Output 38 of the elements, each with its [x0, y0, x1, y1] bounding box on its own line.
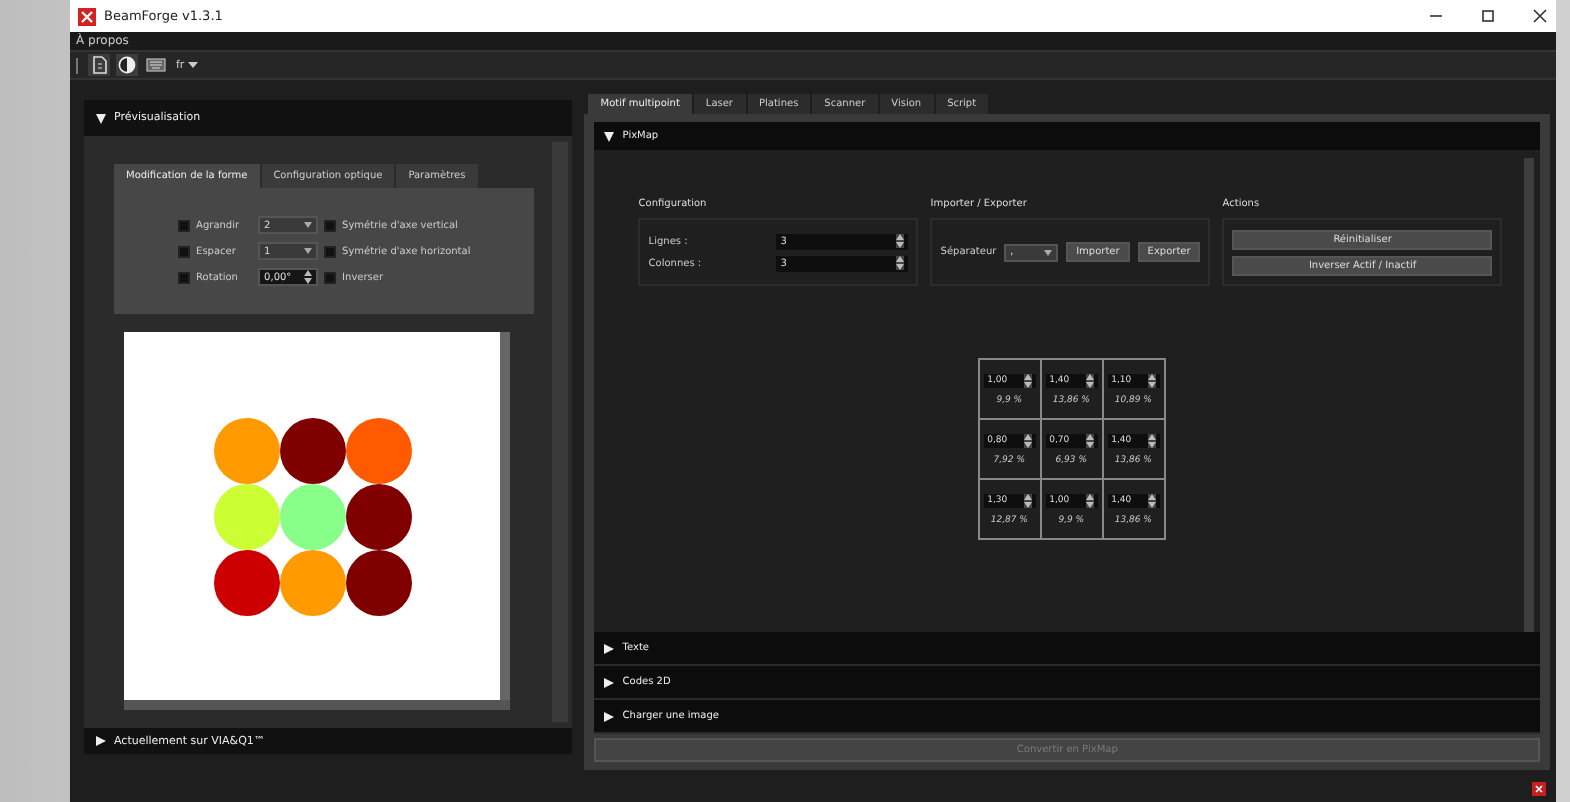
- keyboard-tool-icon[interactable]: [144, 54, 166, 76]
- caret-icon: [304, 222, 313, 228]
- spin-arrows-icon[interactable]: [896, 234, 905, 248]
- spin-arrows-icon[interactable]: [1023, 433, 1032, 447]
- checkbox[interactable]: [324, 245, 337, 257]
- scrollbar[interactable]: [1524, 158, 1534, 632]
- checkbox[interactable]: [324, 271, 337, 283]
- checkbox[interactable]: [178, 219, 191, 231]
- spin-arrows-icon[interactable]: [1085, 433, 1094, 447]
- maximize-icon[interactable]: [1480, 8, 1496, 24]
- spin-arrows-icon[interactable]: [1147, 373, 1156, 387]
- checkbox[interactable]: [324, 219, 337, 231]
- checkbox[interactable]: [178, 271, 191, 283]
- expand-triangle-icon: [604, 711, 615, 721]
- scrollbar[interactable]: [552, 142, 569, 722]
- spin-arrows-icon[interactable]: [1085, 373, 1094, 387]
- expand-triangle-icon: [604, 131, 615, 141]
- caret-icon: [188, 61, 199, 69]
- caret-icon: [1044, 249, 1053, 255]
- spin-arrows-icon[interactable]: [1023, 373, 1032, 387]
- spin-arrows-icon[interactable]: [304, 270, 313, 284]
- spin-arrows-icon[interactable]: [1147, 433, 1156, 447]
- caret-icon: [304, 248, 313, 254]
- expand-triangle-icon: [604, 643, 615, 653]
- spin-arrows-icon[interactable]: [1023, 493, 1032, 507]
- scrollbar[interactable]: [500, 332, 510, 700]
- contrast-tool-icon[interactable]: [116, 54, 138, 76]
- document-tool-icon[interactable]: [88, 54, 110, 76]
- spin-arrows-icon[interactable]: [1085, 493, 1094, 507]
- checkbox[interactable]: [178, 245, 191, 257]
- expand-triangle-icon: [96, 113, 106, 123]
- scrollbar[interactable]: [124, 700, 510, 710]
- close-icon[interactable]: [1532, 8, 1548, 24]
- spin-arrows-icon[interactable]: [896, 256, 905, 270]
- app-logo-icon: [78, 7, 96, 25]
- expand-triangle-icon: [96, 736, 106, 746]
- spin-arrows-icon[interactable]: [1147, 493, 1156, 507]
- expand-triangle-icon: [604, 677, 615, 687]
